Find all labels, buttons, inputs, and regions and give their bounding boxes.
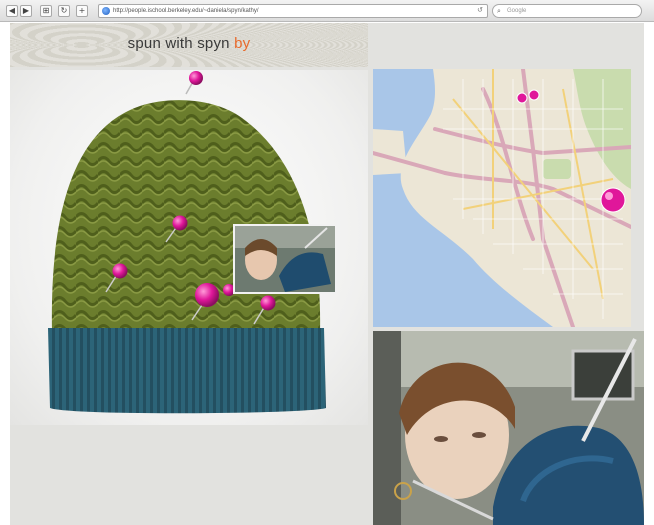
knitter-video-panel[interactable] <box>373 331 644 525</box>
forward-button[interactable]: ▶ <box>20 5 32 17</box>
knitter-video-frame <box>373 331 644 525</box>
bay-area-map <box>373 69 631 327</box>
page-content: spun with spyn by <box>10 23 644 525</box>
site-title-text: spun with spyn <box>127 35 230 52</box>
map-pin-selected[interactable] <box>600 187 626 213</box>
url-text: http://people.ischool.berkeley.edu/~dani… <box>113 8 259 14</box>
reload-button[interactable]: ↻ <box>58 5 70 17</box>
browser-toolbar: ◀ ▶ ⊞ ↻ + http://people.ischool.berkeley… <box>0 0 654 22</box>
search-placeholder: Google <box>507 8 527 14</box>
map-pin[interactable] <box>528 89 540 101</box>
address-reload-icon[interactable]: ↺ <box>477 5 483 17</box>
map-pin[interactable] <box>516 92 528 104</box>
hat-brim <box>48 328 326 414</box>
knit-location-video-thumbnail[interactable] <box>233 224 337 294</box>
map-panel[interactable] <box>373 69 631 327</box>
address-bar[interactable]: http://people.ischool.berkeley.edu/~dani… <box>98 4 488 18</box>
site-title-by: by <box>234 35 251 52</box>
back-button[interactable]: ◀ <box>6 5 18 17</box>
hat-pin[interactable] <box>185 71 203 95</box>
site-banner: spun with spyn by <box>10 23 368 67</box>
site-favicon-icon <box>102 7 110 15</box>
site-title[interactable]: spun with spyn by <box>10 35 368 52</box>
hat-body <box>51 100 321 332</box>
add-bookmark-button[interactable]: + <box>76 5 88 17</box>
search-icon: ⌕ <box>497 8 501 15</box>
thumbnail-frame <box>235 226 335 292</box>
search-input[interactable]: ⌕ Google <box>492 4 642 18</box>
view-button[interactable]: ⊞ <box>40 5 52 17</box>
